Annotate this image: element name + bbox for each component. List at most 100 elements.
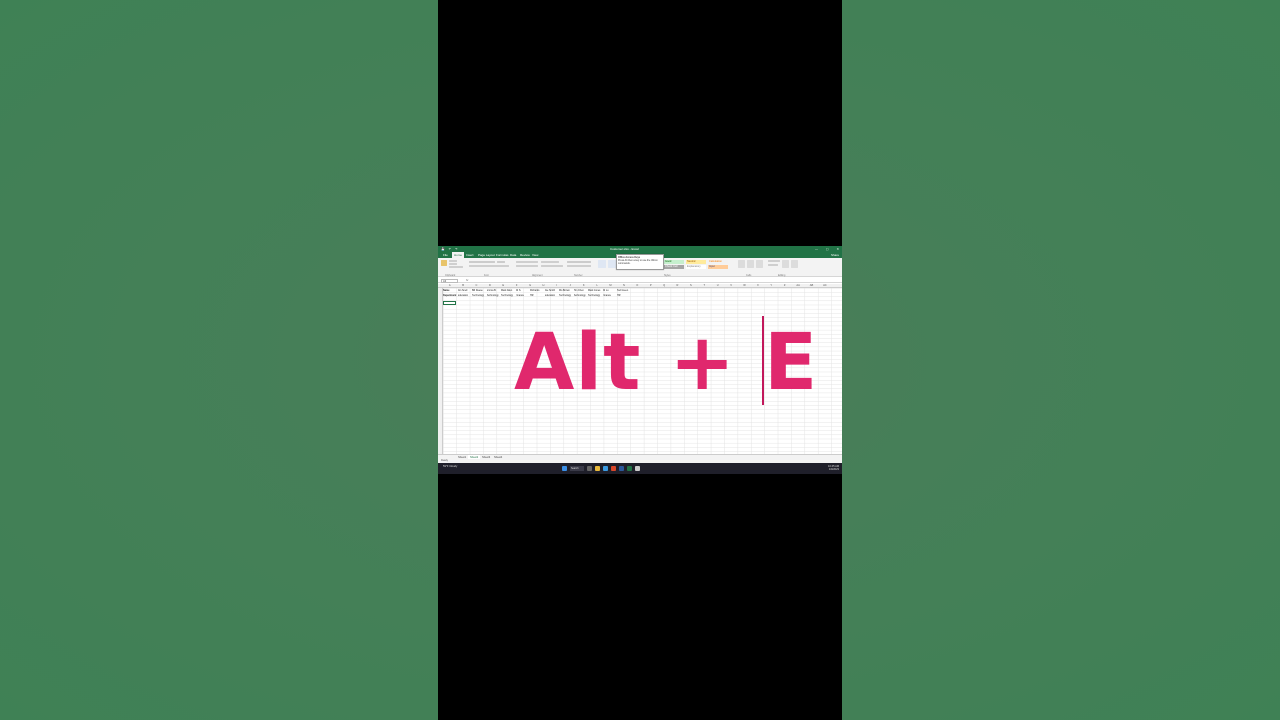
column-header[interactable]: Q xyxy=(657,284,670,288)
app-icon[interactable] xyxy=(635,466,640,471)
font-size-select[interactable] xyxy=(497,261,505,263)
column-header[interactable]: AB xyxy=(805,284,818,288)
cell[interactable]: Mo Brown xyxy=(559,289,574,292)
cell[interactable]: Mark Jones xyxy=(588,289,603,292)
maximize-button[interactable]: ▢ xyxy=(826,247,829,251)
column-header[interactable]: S xyxy=(684,284,697,288)
style-neutral[interactable]: Neutral xyxy=(686,260,706,264)
cell[interactable]: Technology xyxy=(472,294,487,297)
minimize-button[interactable]: — xyxy=(815,247,818,251)
column-header[interactable]: M xyxy=(604,284,617,288)
column-header[interactable]: R xyxy=(671,284,684,288)
format-painter-button[interactable] xyxy=(449,266,463,268)
cell[interactable]: Technology xyxy=(588,294,603,297)
alignment-buttons[interactable] xyxy=(516,261,538,263)
font-format-buttons[interactable] xyxy=(469,265,509,267)
wrap-text-button[interactable] xyxy=(541,261,559,263)
column-header[interactable]: V xyxy=(724,284,737,288)
file-explorer-icon[interactable] xyxy=(595,466,600,471)
cell[interactable]: Technology xyxy=(501,294,516,297)
merge-center-button[interactable] xyxy=(541,265,563,267)
column-header[interactable]: W xyxy=(738,284,751,288)
name-box[interactable]: A3 xyxy=(441,278,458,283)
conditional-formatting-button[interactable] xyxy=(598,260,606,268)
column-header[interactable]: G xyxy=(523,284,536,288)
cell[interactable]: Education xyxy=(458,294,473,297)
style-check-cell[interactable]: Check Cell xyxy=(664,265,684,269)
column-header[interactable]: O xyxy=(631,284,644,288)
word-icon[interactable] xyxy=(619,466,624,471)
column-header[interactable]: H xyxy=(537,284,550,288)
cell[interactable]: HR xyxy=(617,294,632,297)
column-header[interactable]: C xyxy=(470,284,483,288)
style-good[interactable]: Good xyxy=(664,260,684,264)
cell[interactable]: Technology xyxy=(559,294,574,297)
column-header[interactable]: F xyxy=(510,284,523,288)
cell[interactable]: Technology xyxy=(487,294,502,297)
undo-icon[interactable]: ↶ xyxy=(449,247,452,251)
cell[interactable]: Finance xyxy=(603,294,618,297)
chrome-icon[interactable] xyxy=(611,466,616,471)
cell[interactable]: Joe Smith xyxy=(545,289,560,292)
cell[interactable]: Technology xyxy=(574,294,589,297)
format-cells-button[interactable] xyxy=(756,260,763,268)
sort-filter-button[interactable] xyxy=(782,260,789,268)
start-icon[interactable] xyxy=(562,466,567,471)
selected-cell[interactable] xyxy=(443,301,456,305)
cell[interactable]: Mark Allen xyxy=(501,289,516,292)
fx-icon[interactable]: fx xyxy=(466,278,468,283)
task-view-icon[interactable] xyxy=(587,466,592,471)
taskbar-search[interactable]: Search xyxy=(570,466,584,471)
cell[interactable]: Jon Snell xyxy=(458,289,473,292)
weather-widget[interactable]: 59°F Cloudy xyxy=(443,465,457,468)
find-select-button[interactable] xyxy=(791,260,798,268)
number-format-select[interactable] xyxy=(567,261,591,263)
column-header[interactable]: E xyxy=(497,284,510,288)
cell[interactable]: Ali Lu xyxy=(603,289,618,292)
column-header[interactable]: Z xyxy=(778,284,791,288)
autosum-button[interactable] xyxy=(768,260,780,262)
column-header[interactable]: P xyxy=(644,284,657,288)
column-header[interactable]: A xyxy=(443,284,456,288)
column-header[interactable]: B xyxy=(456,284,469,288)
number-format-buttons[interactable] xyxy=(567,265,591,267)
column-header[interactable]: U xyxy=(711,284,724,288)
style-input[interactable]: Input xyxy=(708,265,728,269)
font-name-select[interactable] xyxy=(469,261,495,263)
column-header[interactable]: AA xyxy=(791,284,804,288)
close-button[interactable]: ✕ xyxy=(836,247,839,251)
insert-cells-button[interactable] xyxy=(738,260,745,268)
column-header[interactable]: AC xyxy=(818,284,831,288)
column-header[interactable]: D xyxy=(483,284,496,288)
column-header[interactable]: N xyxy=(617,284,630,288)
cell[interactable]: Emma B. xyxy=(487,289,502,292)
style-calculation[interactable]: Calculation xyxy=(708,260,728,264)
copy-button[interactable] xyxy=(449,263,457,265)
cell[interactable]: Bill Reese xyxy=(472,289,487,292)
delete-cells-button[interactable] xyxy=(747,260,754,268)
cell[interactable]: Department xyxy=(443,294,458,297)
save-icon[interactable]: 💾 xyxy=(441,247,445,251)
cell[interactable]: Ali S. xyxy=(516,289,531,292)
column-header[interactable]: L xyxy=(590,284,603,288)
column-header[interactable]: J xyxy=(564,284,577,288)
cell[interactable]: HR xyxy=(530,294,545,297)
cell[interactable]: Ted Green xyxy=(617,289,632,292)
column-header[interactable]: K xyxy=(577,284,590,288)
indent-buttons[interactable] xyxy=(516,265,538,267)
column-header[interactable]: X xyxy=(751,284,764,288)
column-header[interactable]: Y xyxy=(765,284,778,288)
cell[interactable]: Tim Chen xyxy=(574,289,589,292)
cell[interactable]: Education xyxy=(545,294,560,297)
style-explanatory[interactable]: Explanatory xyxy=(686,265,706,269)
cell[interactable]: Richards xyxy=(530,289,545,292)
edge-icon[interactable] xyxy=(603,466,608,471)
cell[interactable]: Finance xyxy=(516,294,531,297)
fill-button[interactable] xyxy=(768,264,778,266)
format-as-table-button[interactable] xyxy=(608,260,616,268)
excel-icon[interactable] xyxy=(627,466,632,471)
paste-icon[interactable] xyxy=(441,260,447,266)
column-header[interactable]: I xyxy=(550,284,563,288)
cell[interactable]: Name xyxy=(443,289,458,292)
column-header[interactable]: T xyxy=(698,284,711,288)
